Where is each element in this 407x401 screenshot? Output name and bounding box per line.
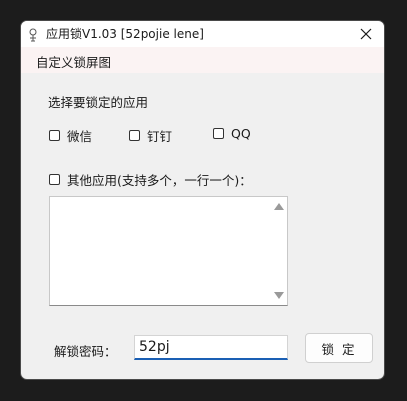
password-input[interactable] xyxy=(134,335,288,360)
checkbox-wechat[interactable]: 微信 xyxy=(49,126,92,145)
checkbox-box[interactable] xyxy=(129,130,140,141)
checkbox-box[interactable] xyxy=(213,128,224,139)
close-icon xyxy=(360,28,372,40)
scroll-down-icon[interactable] xyxy=(274,292,284,299)
window-title: 应用锁V1.03 [52pojie lene] xyxy=(46,27,204,41)
other-apps-textarea[interactable] xyxy=(49,196,288,306)
checkbox-label: 钉钉 xyxy=(147,129,173,144)
scroll-up-icon[interactable] xyxy=(274,203,284,210)
checkbox-dingtalk[interactable]: 钉钉 xyxy=(129,126,172,145)
app-window: 应用锁V1.03 [52pojie lene] 自定义锁屏图 选择要锁定的应用 … xyxy=(20,20,385,380)
password-label: 解锁密码： xyxy=(54,344,117,359)
textarea-scrollbar[interactable] xyxy=(271,197,287,305)
lock-button[interactable]: 锁 定 xyxy=(305,333,373,363)
checkbox-label: QQ xyxy=(231,126,251,141)
checkbox-box[interactable] xyxy=(49,174,60,185)
app-icon xyxy=(27,27,39,42)
menu-item-custom-lock-screen[interactable]: 自定义锁屏图 xyxy=(36,52,111,71)
section-label: 选择要锁定的应用 xyxy=(48,95,149,110)
checkbox-label: 微信 xyxy=(67,129,93,144)
checkbox-qq[interactable]: QQ xyxy=(213,126,251,141)
checkbox-box[interactable] xyxy=(49,130,60,141)
checkbox-other-apps[interactable]: 其他应用(支持多个，一行一个)： xyxy=(49,170,252,189)
menu-bar: 自定义锁屏图 xyxy=(21,47,384,73)
title-bar: 应用锁V1.03 [52pojie lene] xyxy=(21,21,384,47)
checkbox-label: 其他应用(支持多个，一行一个)： xyxy=(67,173,252,188)
close-button[interactable] xyxy=(348,21,384,47)
